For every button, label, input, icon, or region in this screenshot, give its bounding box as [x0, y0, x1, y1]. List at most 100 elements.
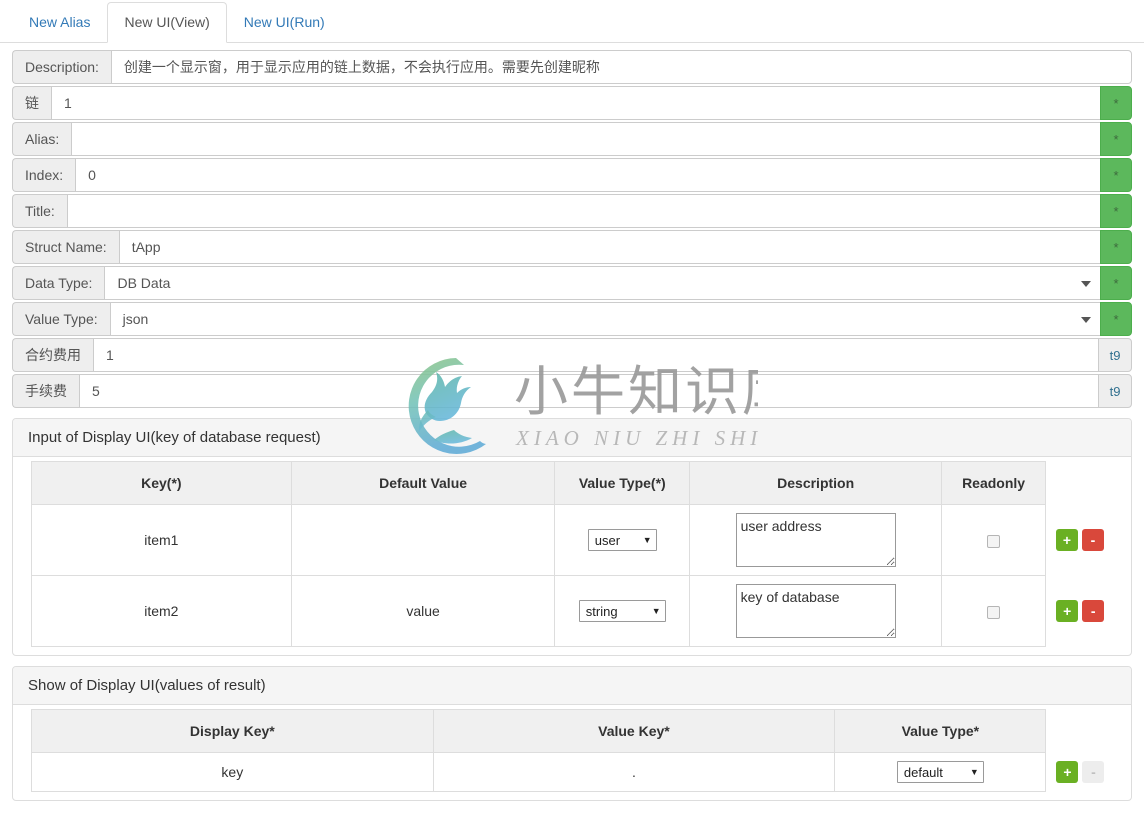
- select-row-value-type[interactable]: user ▼: [587, 529, 657, 551]
- show-panel-body: Display Key* Value Key* Value Type* key …: [13, 705, 1131, 800]
- required-marker-chain[interactable]: *: [1100, 86, 1132, 120]
- cell-description: [689, 504, 943, 576]
- chevron-down-icon: ▼: [969, 766, 979, 777]
- col-actions: [1046, 710, 1113, 753]
- form-row-title: Title: *: [12, 194, 1132, 228]
- form-row-value-type: Value Type: json *: [12, 302, 1132, 336]
- add-row-button[interactable]: +: [1056, 761, 1079, 783]
- app-page: New Alias New UI(View) New UI(Run) Descr…: [0, 0, 1144, 816]
- col-readonly: Readonly: [941, 461, 1046, 505]
- chevron-down-icon: [1081, 281, 1091, 287]
- label-service-fee: 手续费: [12, 374, 79, 408]
- input-title[interactable]: [66, 194, 1100, 228]
- tab-new-alias[interactable]: New Alias: [12, 2, 107, 43]
- unit-contract-fee: t9: [1098, 338, 1132, 372]
- input-index[interactable]: 0: [75, 158, 1100, 192]
- cell-value-type: string ▼: [554, 575, 691, 647]
- delete-row-button: -: [1082, 761, 1105, 783]
- cell-readonly: [941, 504, 1046, 576]
- required-marker-index[interactable]: *: [1100, 158, 1132, 192]
- cell-default-value[interactable]: [290, 504, 556, 576]
- show-table: Display Key* Value Key* Value Type* key …: [31, 709, 1113, 792]
- label-alias: Alias:: [12, 122, 72, 156]
- input-table-header-row: Key(*) Default Value Value Type(*) Descr…: [31, 461, 1113, 505]
- cell-value-key[interactable]: .: [432, 752, 836, 792]
- required-marker-struct-name[interactable]: *: [1100, 230, 1132, 264]
- col-key: Key(*): [31, 461, 292, 505]
- select-row-value-type[interactable]: string ▼: [578, 600, 666, 622]
- table-row: key . default ▼ + -: [31, 752, 1113, 792]
- cell-description: [689, 575, 943, 647]
- cell-default-value[interactable]: value: [290, 575, 556, 647]
- show-display-ui-panel: Show of Display UI(values of result) Dis…: [12, 666, 1132, 801]
- form-row-contract-fee: 合约费用 1 t9: [12, 338, 1132, 372]
- input-panel-title: Input of Display UI(key of database requ…: [13, 419, 1131, 457]
- label-title: Title:: [12, 194, 67, 228]
- delete-row-button[interactable]: -: [1081, 529, 1104, 551]
- show-table-header-row: Display Key* Value Key* Value Type*: [31, 709, 1113, 753]
- input-panel-body: Key(*) Default Value Value Type(*) Descr…: [13, 457, 1131, 655]
- label-data-type: Data Type:: [12, 266, 105, 300]
- input-table: Key(*) Default Value Value Type(*) Descr…: [31, 461, 1113, 647]
- delete-row-button[interactable]: -: [1082, 600, 1105, 622]
- required-marker-data-type[interactable]: *: [1100, 266, 1132, 300]
- col-value-type: Value Type*: [834, 709, 1047, 753]
- select-data-type-value: DB Data: [117, 275, 171, 291]
- readonly-checkbox[interactable]: [987, 605, 1001, 619]
- input-struct-name[interactable]: tApp: [118, 230, 1100, 264]
- chevron-down-icon: ▼: [651, 605, 661, 616]
- add-row-button[interactable]: +: [1055, 529, 1078, 551]
- form-area: Description: 创建一个显示窗，用于显示应用的链上数据，不会执行应用。…: [0, 43, 1144, 408]
- tab-new-ui-run[interactable]: New UI(Run): [227, 2, 342, 43]
- form-row-description: Description: 创建一个显示窗，用于显示应用的链上数据，不会执行应用。…: [12, 50, 1132, 84]
- tab-new-ui-view[interactable]: New UI(View): [107, 2, 227, 43]
- select-value-type[interactable]: json: [109, 302, 1100, 336]
- show-panel-title: Show of Display UI(values of result): [13, 667, 1131, 705]
- input-service-fee[interactable]: 5: [79, 374, 1098, 408]
- input-alias[interactable]: [71, 122, 1100, 156]
- select-value-type-value: json: [122, 311, 149, 327]
- select-row-value-type[interactable]: default ▼: [896, 761, 984, 783]
- chevron-down-icon: ▼: [642, 534, 652, 545]
- col-display-key: Display Key*: [31, 709, 434, 753]
- input-contract-fee[interactable]: 1: [93, 338, 1098, 372]
- label-index: Index:: [12, 158, 76, 192]
- required-marker-title[interactable]: *: [1100, 194, 1132, 228]
- col-actions: [1045, 462, 1112, 505]
- label-value-type: Value Type:: [12, 302, 110, 336]
- input-chain[interactable]: 1: [51, 86, 1100, 120]
- cell-actions: + -: [1046, 753, 1113, 792]
- cell-value-type: user ▼: [554, 504, 691, 576]
- form-row-service-fee: 手续费 5 t9: [12, 374, 1132, 408]
- input-description[interactable]: 创建一个显示窗，用于显示应用的链上数据，不会执行应用。需要先创建昵称: [110, 50, 1132, 84]
- unit-service-fee: t9: [1098, 374, 1132, 408]
- cell-key[interactable]: item2: [31, 575, 292, 647]
- form-row-alias: Alias: *: [12, 122, 1132, 156]
- required-marker-alias[interactable]: *: [1100, 122, 1132, 156]
- table-row: item2 value string ▼ key of database + -: [31, 575, 1113, 647]
- chevron-down-icon: [1081, 317, 1091, 323]
- cell-key[interactable]: item1: [31, 504, 292, 576]
- tab-bar: New Alias New UI(View) New UI(Run): [0, 0, 1144, 43]
- cell-actions: + -: [1045, 505, 1112, 576]
- select-data-type[interactable]: DB Data: [104, 266, 1100, 300]
- col-value-type: Value Type(*): [554, 461, 691, 505]
- label-contract-fee: 合约费用: [12, 338, 93, 372]
- cell-readonly: [941, 575, 1046, 647]
- cell-display-key[interactable]: key: [31, 752, 434, 792]
- readonly-checkbox[interactable]: [987, 534, 1001, 548]
- form-row-chain: 链 1 *: [12, 86, 1132, 120]
- label-struct-name: Struct Name:: [12, 230, 119, 264]
- label-chain: 链: [12, 86, 51, 120]
- add-row-button[interactable]: +: [1056, 600, 1079, 622]
- col-value-key: Value Key*: [432, 709, 836, 753]
- description-textarea[interactable]: [735, 584, 896, 638]
- required-marker-value-type[interactable]: *: [1100, 302, 1132, 336]
- input-display-ui-panel: Input of Display UI(key of database requ…: [12, 418, 1132, 656]
- description-textarea[interactable]: [735, 513, 896, 567]
- form-row-index: Index: 0 *: [12, 158, 1132, 192]
- label-description: Description:: [12, 50, 111, 84]
- form-row-data-type: Data Type: DB Data *: [12, 266, 1132, 300]
- col-default-value: Default Value: [290, 461, 556, 505]
- form-row-struct-name: Struct Name: tApp *: [12, 230, 1132, 264]
